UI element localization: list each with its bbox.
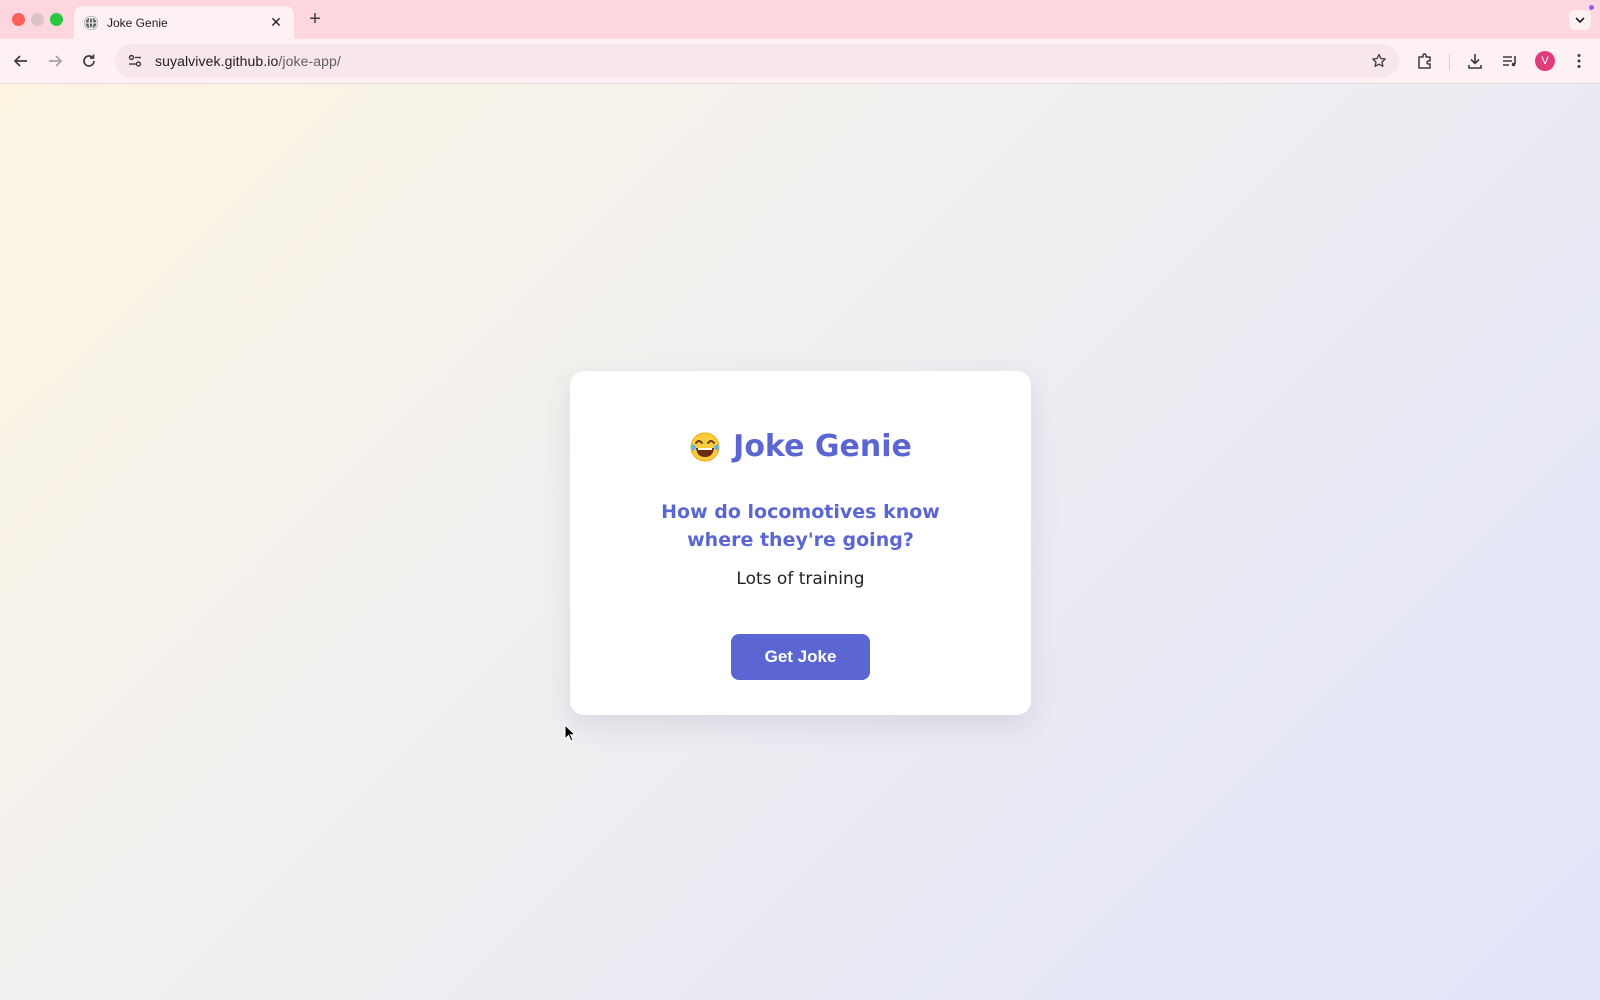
joke-card: Joke Genie How do locomotives know where…: [570, 371, 1031, 715]
tab-close-icon[interactable]: ✕: [268, 14, 284, 31]
joke-setup: How do locomotives know where they're go…: [661, 501, 940, 551]
window-close-button[interactable]: [12, 13, 25, 26]
tab-title: Joke Genie: [107, 15, 168, 30]
window-maximize-button[interactable]: [50, 13, 63, 26]
url-text: suyalvivek.github.io/joke-app/: [155, 53, 341, 69]
forward-button[interactable]: [43, 49, 67, 73]
chevron-down-icon: [1575, 17, 1585, 24]
tab-search-button[interactable]: [1569, 10, 1591, 30]
site-settings-icon[interactable]: [125, 51, 145, 71]
page-viewport: Joke Genie How do locomotives know where…: [0, 84, 1600, 1000]
url-path: /joke-app/: [278, 53, 341, 69]
url-host: suyalvivek.github.io: [155, 53, 279, 69]
reload-icon: [83, 54, 95, 67]
arrow-left-icon: [13, 55, 27, 67]
toolbar-divider: [1449, 54, 1450, 70]
browser-tab-active[interactable]: Joke Genie ✕: [74, 6, 294, 39]
reload-button[interactable]: [77, 49, 101, 73]
window-minimize-button[interactable]: [31, 13, 44, 26]
more-menu-icon[interactable]: [1567, 49, 1591, 73]
download-icon[interactable]: [1463, 49, 1487, 73]
back-button[interactable]: [9, 49, 33, 73]
laughing-emoji-icon: [689, 431, 721, 463]
mouse-cursor-icon: [564, 724, 576, 742]
arrow-right-icon: [49, 55, 63, 67]
get-joke-button[interactable]: Get Joke: [731, 634, 870, 680]
tab-strip: Joke Genie ✕ +: [0, 0, 1600, 39]
notification-dot: [1589, 5, 1594, 10]
joke-punchline: Lots of training: [736, 569, 865, 589]
extensions-puzzle-icon[interactable]: [1413, 49, 1437, 73]
app-title: Joke Genie: [570, 429, 1031, 464]
new-tab-button[interactable]: +: [304, 8, 326, 30]
globe-icon: [84, 15, 98, 30]
browser-toolbar: suyalvivek.github.io/joke-app/ V: [0, 39, 1600, 84]
profile-avatar[interactable]: V: [1535, 51, 1555, 71]
bookmark-star-icon[interactable]: [1369, 51, 1389, 71]
app-title-text: Joke Genie: [733, 429, 912, 464]
address-bar[interactable]: suyalvivek.github.io/joke-app/: [115, 44, 1399, 78]
media-playlist-icon[interactable]: [1498, 49, 1522, 73]
